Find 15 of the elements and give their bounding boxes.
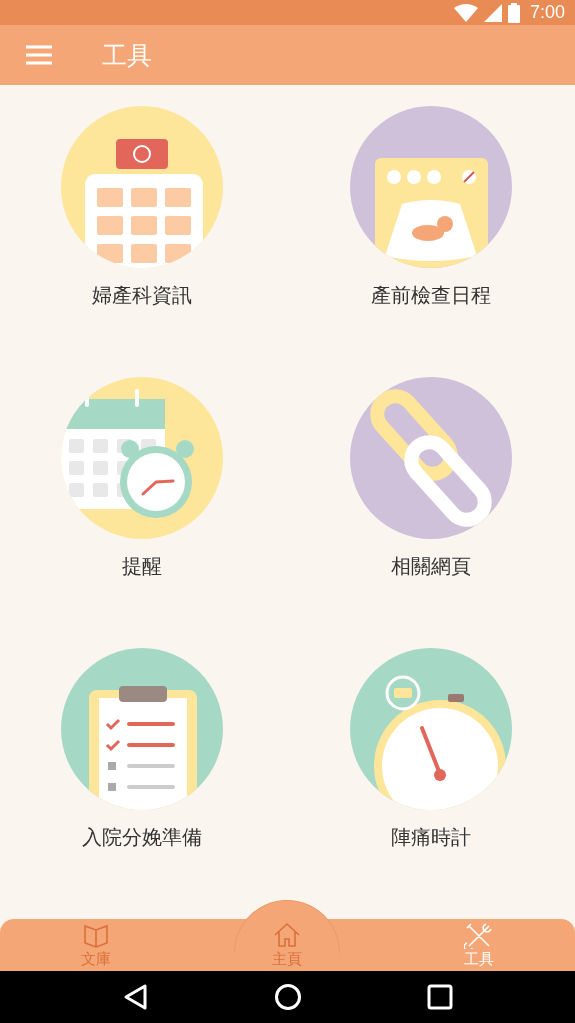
tool-button[interactable]: 陣痛時計	[350, 648, 513, 863]
tool-button[interactable]: 婦產科資訊	[60, 106, 223, 321]
wifi-icon	[453, 3, 478, 22]
signal-icon	[483, 3, 502, 22]
battery-icon	[507, 2, 520, 23]
tool-button[interactable]: 相關網頁	[350, 377, 513, 592]
app-bar-title: 工具	[102, 39, 152, 72]
back-button[interactable]	[122, 983, 149, 1012]
status-time: 7:00	[529, 2, 565, 24]
tool-button[interactable]: 產前檢查日程	[350, 106, 513, 321]
tools-icon	[464, 921, 495, 950]
tool-button[interactable]: 入院分娩準備	[60, 648, 223, 863]
home-button[interactable]	[273, 983, 302, 1012]
tool-button[interactable]: 提醒	[60, 377, 223, 592]
recents-button[interactable]	[426, 984, 453, 1011]
